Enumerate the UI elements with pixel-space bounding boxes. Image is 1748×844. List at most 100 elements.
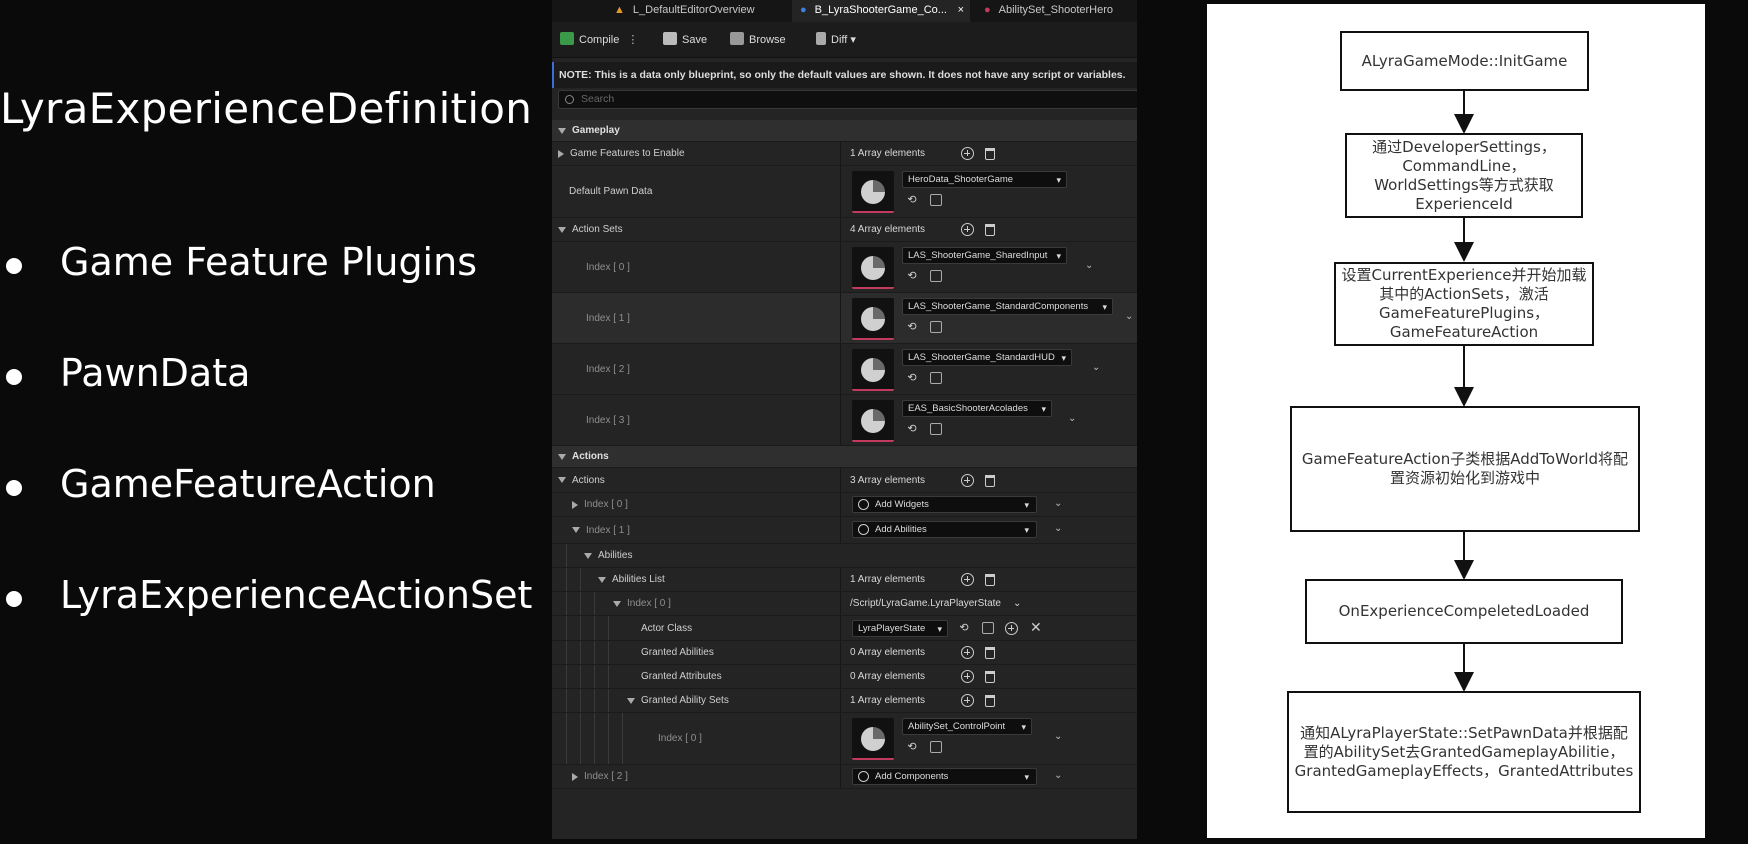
asset-thumbnail[interactable]	[852, 400, 894, 442]
expand-arrow-icon[interactable]	[558, 149, 564, 158]
use-selected-icon[interactable]: ⟲	[905, 371, 919, 385]
data-asset-icon: ●	[984, 4, 991, 16]
flow-node-set-current-experience: 设置CurrentExperience并开始加载其中的ActionSets，激活…	[1334, 262, 1594, 346]
add-element-icon[interactable]	[961, 694, 974, 707]
chevron-down-icon: ▾	[1061, 353, 1066, 363]
bullet-label: LyraExperienceActionSet	[60, 573, 533, 617]
flow-node-set-pawn-data: 通知ALyraPlayerState::SetPawnData并根据配置的Abi…	[1287, 691, 1641, 813]
expand-arrow-icon[interactable]	[572, 500, 578, 509]
more-options-icon[interactable]: ⋮	[627, 34, 638, 46]
collapse-arrow-icon	[558, 453, 566, 460]
action-type-picker[interactable]: Add Widgets ▾	[852, 496, 1037, 513]
trash-icon[interactable]	[985, 148, 995, 160]
collapse-arrow-icon[interactable]	[572, 527, 580, 533]
tab-blueprint[interactable]: ● B_LyraShooterGame_Co... ×	[792, 0, 970, 22]
collapse-arrow-icon[interactable]	[613, 600, 621, 607]
trash-icon[interactable]	[985, 574, 995, 586]
flow-node-feature-action-add-to-world: GameFeatureAction子类根据AddToWorld将配置资源初始化到…	[1290, 406, 1640, 532]
chevron-down-icon[interactable]: ⌄	[1092, 362, 1100, 373]
flow-node-get-experience-id: 通过DeveloperSettings，CommandLine，WorldSet…	[1345, 133, 1583, 218]
add-element-icon[interactable]	[961, 147, 974, 160]
use-selected-icon[interactable]: ⟲	[905, 193, 919, 207]
collapse-arrow-icon[interactable]	[627, 697, 635, 704]
diff-button[interactable]: Diff ▾	[816, 31, 856, 49]
trash-icon[interactable]	[985, 224, 995, 236]
bullet-dot-icon	[6, 480, 22, 496]
action-type-picker[interactable]: Add Components ▾	[852, 768, 1037, 785]
data-only-notice: NOTE: This is a data only blueprint, so …	[552, 62, 1137, 88]
use-selected-icon[interactable]: ⟲	[905, 320, 919, 334]
chevron-down-icon: ▾	[937, 624, 942, 634]
trash-icon[interactable]	[985, 695, 995, 707]
chevron-down-icon[interactable]: ⌄	[1054, 731, 1062, 742]
slide-title: LyraExperienceDefinition	[0, 84, 533, 133]
asset-thumbnail[interactable]	[852, 718, 894, 760]
add-element-icon[interactable]	[961, 646, 974, 659]
save-button[interactable]: Save	[663, 31, 707, 49]
add-element-icon[interactable]	[961, 573, 974, 586]
chevron-down-icon[interactable]: ⌄	[1054, 770, 1062, 781]
category-gameplay[interactable]: Gameplay	[552, 120, 1137, 142]
action-set-picker[interactable]: LAS_ShooterGame_StandardHUD ▾	[902, 349, 1072, 366]
add-element-icon[interactable]	[961, 670, 974, 683]
pie-icon	[861, 180, 885, 204]
chevron-down-icon[interactable]: ⌄	[1054, 523, 1062, 534]
expand-arrow-icon[interactable]	[572, 772, 578, 781]
collapse-arrow-icon[interactable]	[584, 552, 592, 559]
pie-icon	[861, 307, 885, 331]
add-element-icon[interactable]	[961, 474, 974, 487]
bullet-dot-icon	[6, 591, 22, 607]
pawn-data-picker[interactable]: HeroData_ShooterGame ▾	[902, 171, 1067, 188]
tab-abilityset[interactable]: ● AbilitySet_ShooterHero	[978, 0, 1119, 22]
use-selected-icon[interactable]: ⟲	[905, 740, 919, 754]
asset-thumbnail[interactable]	[852, 247, 894, 289]
browse-asset-icon[interactable]	[930, 321, 942, 333]
browse-asset-icon[interactable]	[982, 622, 994, 634]
chevron-down-icon[interactable]: ⌄	[1013, 598, 1021, 609]
trash-icon[interactable]	[985, 647, 995, 659]
ability-set-picker[interactable]: AbilitySet_ControlPoint ▾	[902, 718, 1032, 735]
toolbar: Compile ⋮ Save Browse Diff ▾	[552, 22, 1137, 58]
chevron-down-icon: ▾	[1024, 500, 1029, 510]
collapse-arrow-icon[interactable]	[558, 226, 566, 233]
browse-asset-icon[interactable]	[930, 194, 942, 206]
browse-asset-icon[interactable]	[930, 741, 942, 753]
chevron-down-icon[interactable]: ⌄	[1125, 311, 1133, 322]
asset-thumbnail[interactable]	[852, 171, 894, 213]
browse-asset-icon[interactable]	[930, 270, 942, 282]
browse-asset-icon[interactable]	[930, 423, 942, 435]
action-type-picker[interactable]: Add Abilities ▾	[852, 521, 1037, 538]
pie-icon	[861, 256, 885, 280]
trash-icon[interactable]	[985, 671, 995, 683]
browse-asset-icon[interactable]	[930, 372, 942, 384]
asset-thumbnail[interactable]	[852, 298, 894, 340]
action-set-picker[interactable]: LAS_ShooterGame_StandardComponents ▾	[902, 298, 1113, 315]
asset-thumbnail[interactable]	[852, 349, 894, 391]
add-element-icon[interactable]	[1005, 622, 1018, 635]
close-tab-icon[interactable]: ×	[958, 0, 964, 20]
chevron-down-icon: ▾	[1056, 175, 1061, 185]
action-set-picker[interactable]: EAS_BasicShooterAcolades ▾	[902, 400, 1052, 417]
add-element-icon[interactable]	[961, 223, 974, 236]
trash-icon[interactable]	[985, 475, 995, 487]
chevron-down-icon[interactable]: ⌄	[1068, 413, 1076, 424]
action-set-picker[interactable]: LAS_ShooterGame_SharedInput ▾	[902, 247, 1067, 264]
chevron-down-icon[interactable]: ⌄	[1054, 498, 1062, 509]
browse-button[interactable]: Browse	[730, 31, 786, 49]
action-index-0: Index [ 0 ] Add Widgets ▾ ⌄	[552, 493, 1137, 517]
flow-node-experience-loaded: OnExperienceCompeletedLoaded	[1305, 579, 1623, 644]
bullet-label: GameFeatureAction	[60, 462, 436, 506]
chevron-down-icon[interactable]: ⌄	[1085, 260, 1093, 271]
collapse-arrow-icon[interactable]	[558, 477, 566, 483]
use-selected-icon[interactable]: ⟲	[905, 269, 919, 283]
details-search-input[interactable]: Search	[558, 90, 1137, 109]
use-selected-icon[interactable]: ⟲	[905, 422, 919, 436]
action-set-index-1: Index [ 1 ] LAS_ShooterGame_StandardComp…	[552, 293, 1137, 344]
category-actions[interactable]: Actions	[552, 446, 1137, 468]
collapse-arrow-icon[interactable]	[598, 576, 606, 583]
clear-icon[interactable]: ✕	[1030, 619, 1042, 636]
compile-button[interactable]: Compile ⋮	[560, 31, 638, 49]
actor-class-picker[interactable]: LyraPlayerState ▾	[852, 620, 948, 637]
tab-level[interactable]: ▲ L_DefaultEditorOverview	[608, 0, 761, 22]
use-selected-icon[interactable]: ⟲	[957, 621, 971, 635]
